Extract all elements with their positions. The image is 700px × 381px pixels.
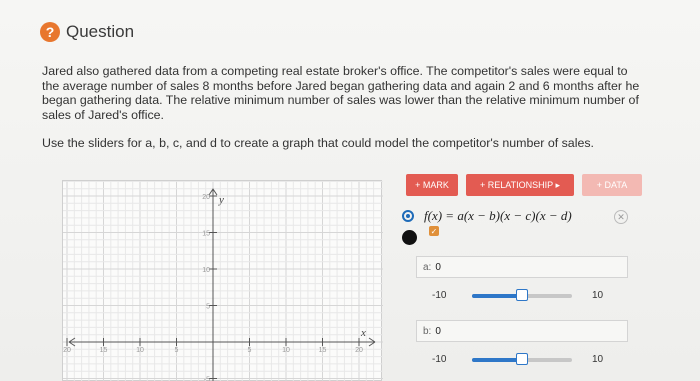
color-dot[interactable]: [402, 230, 417, 245]
x-axis-label: x: [360, 327, 366, 339]
var-b-slider-fill: [472, 358, 522, 362]
var-b-value: 0: [435, 326, 441, 337]
mark-button[interactable]: + MARK: [406, 174, 458, 196]
y-tick-label: 10: [202, 267, 210, 274]
var-b-slider[interactable]: [472, 353, 572, 365]
question-header: ? Question: [40, 22, 134, 42]
var-b-min: -10: [432, 354, 447, 365]
x-tick-label: 5: [248, 347, 252, 354]
x-tick-label: 20: [355, 347, 363, 354]
question-paragraph-2: Use the sliders for a, b, c, and d to cr…: [42, 136, 594, 150]
y-tick-label: 20: [202, 194, 210, 201]
var-b-slider-row: -10 10: [432, 352, 632, 368]
question-card: ? Question Jared also gathered data from…: [0, 0, 700, 381]
var-a-min: -10: [432, 290, 447, 301]
var-b-slider-handle[interactable]: [516, 353, 528, 365]
relationship-button[interactable]: + RELATIONSHIP ▸: [466, 174, 574, 196]
var-a-slider[interactable]: [472, 289, 572, 301]
check-icon: ✓: [429, 226, 439, 236]
x-tick-label: 20: [63, 347, 71, 354]
y-tick-label: -5: [204, 377, 210, 381]
x-tick-label: 15: [100, 347, 108, 354]
var-a-max: 10: [592, 290, 604, 301]
var-b-max: 10: [592, 354, 604, 365]
visibility-eye-icon[interactable]: [402, 210, 414, 222]
var-a-slider-handle[interactable]: [516, 289, 528, 301]
data-button[interactable]: + DATA: [582, 174, 642, 196]
graph-area[interactable]: 20 15 10 5 5 10 15 20 20 15 10 5 -5 y x: [62, 180, 383, 381]
var-a-slider-row: -10 10: [432, 288, 632, 304]
var-a-field[interactable]: a: 0: [416, 256, 628, 278]
x-tick-label: 10: [282, 347, 290, 354]
close-icon[interactable]: ✕: [614, 210, 628, 224]
var-a-value: 0: [435, 262, 441, 273]
graph-canvas[interactable]: 20 15 10 5 5 10 15 20 20 15 10 5 -5 y x: [63, 181, 383, 381]
x-tick-label: 15: [319, 347, 327, 354]
var-a-label: a:: [423, 262, 432, 273]
question-icon: ?: [40, 22, 60, 42]
x-tick-label: 10: [136, 347, 144, 354]
function-panel: + MARK + RELATIONSHIP ▸ + DATA f(x) = a(…: [392, 170, 652, 381]
function-row: f(x) = a(x − b)(x − c)(x − d): [402, 208, 572, 224]
var-b-label: b:: [423, 326, 432, 337]
question-title: Question: [66, 22, 135, 41]
var-a-slider-fill: [472, 294, 522, 298]
y-tick-label: 15: [202, 231, 210, 238]
y-axis-label: y: [218, 194, 224, 206]
y-tick-label: 5: [206, 304, 210, 311]
function-expression[interactable]: f(x) = a(x − b)(x − c)(x − d): [424, 208, 572, 224]
question-paragraph-1: Jared also gathered data from a competin…: [42, 64, 640, 122]
x-tick-label: 5: [175, 347, 179, 354]
var-b-field[interactable]: b: 0: [416, 320, 628, 342]
